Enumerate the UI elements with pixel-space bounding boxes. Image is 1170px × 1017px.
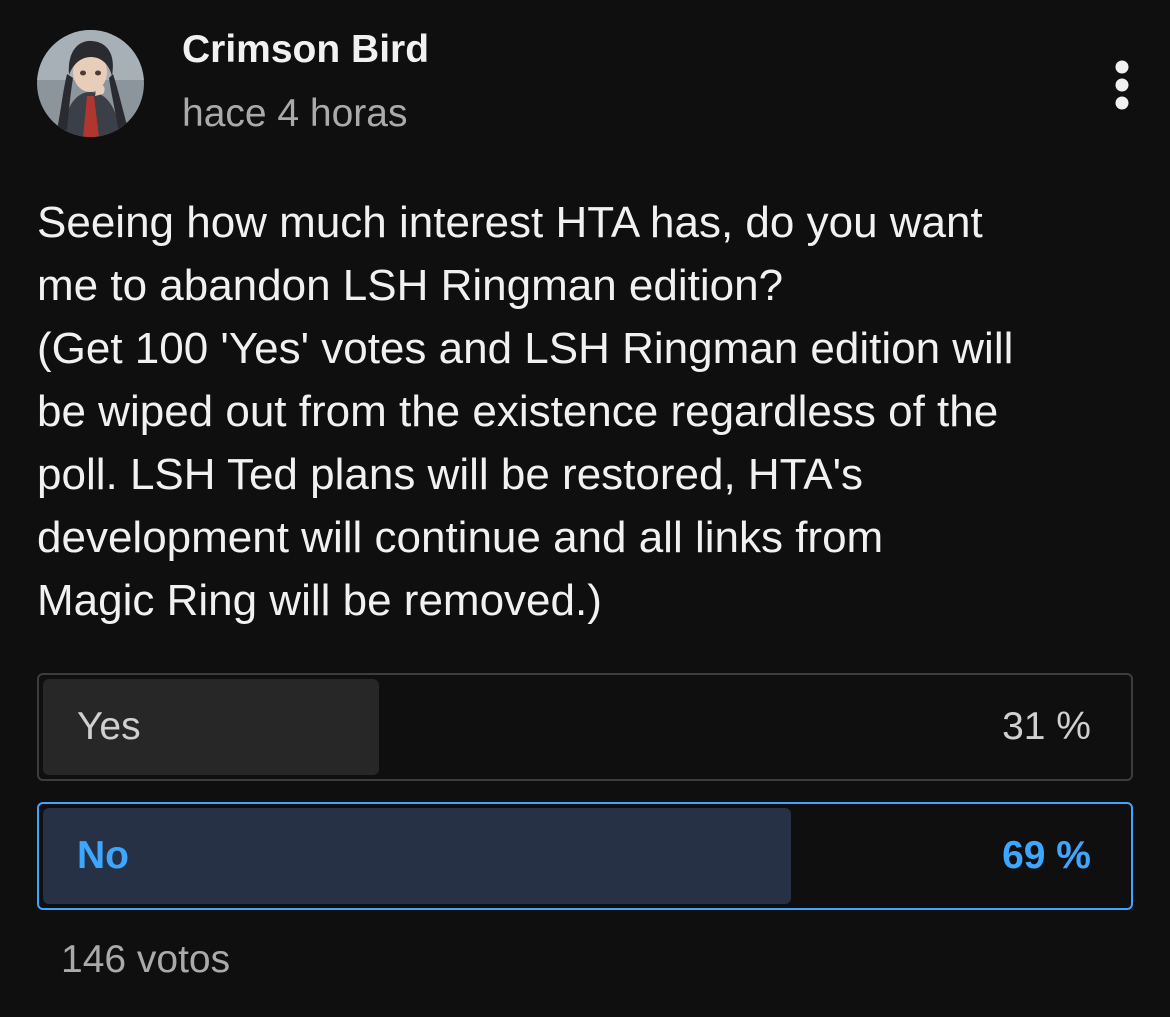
poll-option-label: No <box>77 834 129 877</box>
poll-option-no[interactable]: No 69 % <box>37 802 1133 910</box>
author-name[interactable]: Crimson Bird <box>182 28 429 72</box>
poll-option-yes[interactable]: Yes 31 % <box>37 673 1133 781</box>
poll-option-percent: 69 % <box>1002 834 1091 877</box>
community-post: Crimson Bird hace 4 horas Seeing how muc… <box>0 0 1170 1017</box>
post-timestamp[interactable]: hace 4 horas <box>182 92 408 136</box>
more-options-button[interactable] <box>1098 55 1146 115</box>
author-avatar[interactable] <box>37 30 144 137</box>
anime-character-avatar-icon <box>37 30 144 137</box>
more-vertical-icon <box>1115 60 1129 110</box>
post-body-text: Seeing how much interest HTA has, do you… <box>37 198 1014 625</box>
poll-vote-count: 146 votos <box>61 938 231 981</box>
poll-option-label: Yes <box>77 705 141 748</box>
poll-result-bar-no <box>43 808 791 904</box>
poll-option-percent: 31 % <box>1002 705 1091 748</box>
